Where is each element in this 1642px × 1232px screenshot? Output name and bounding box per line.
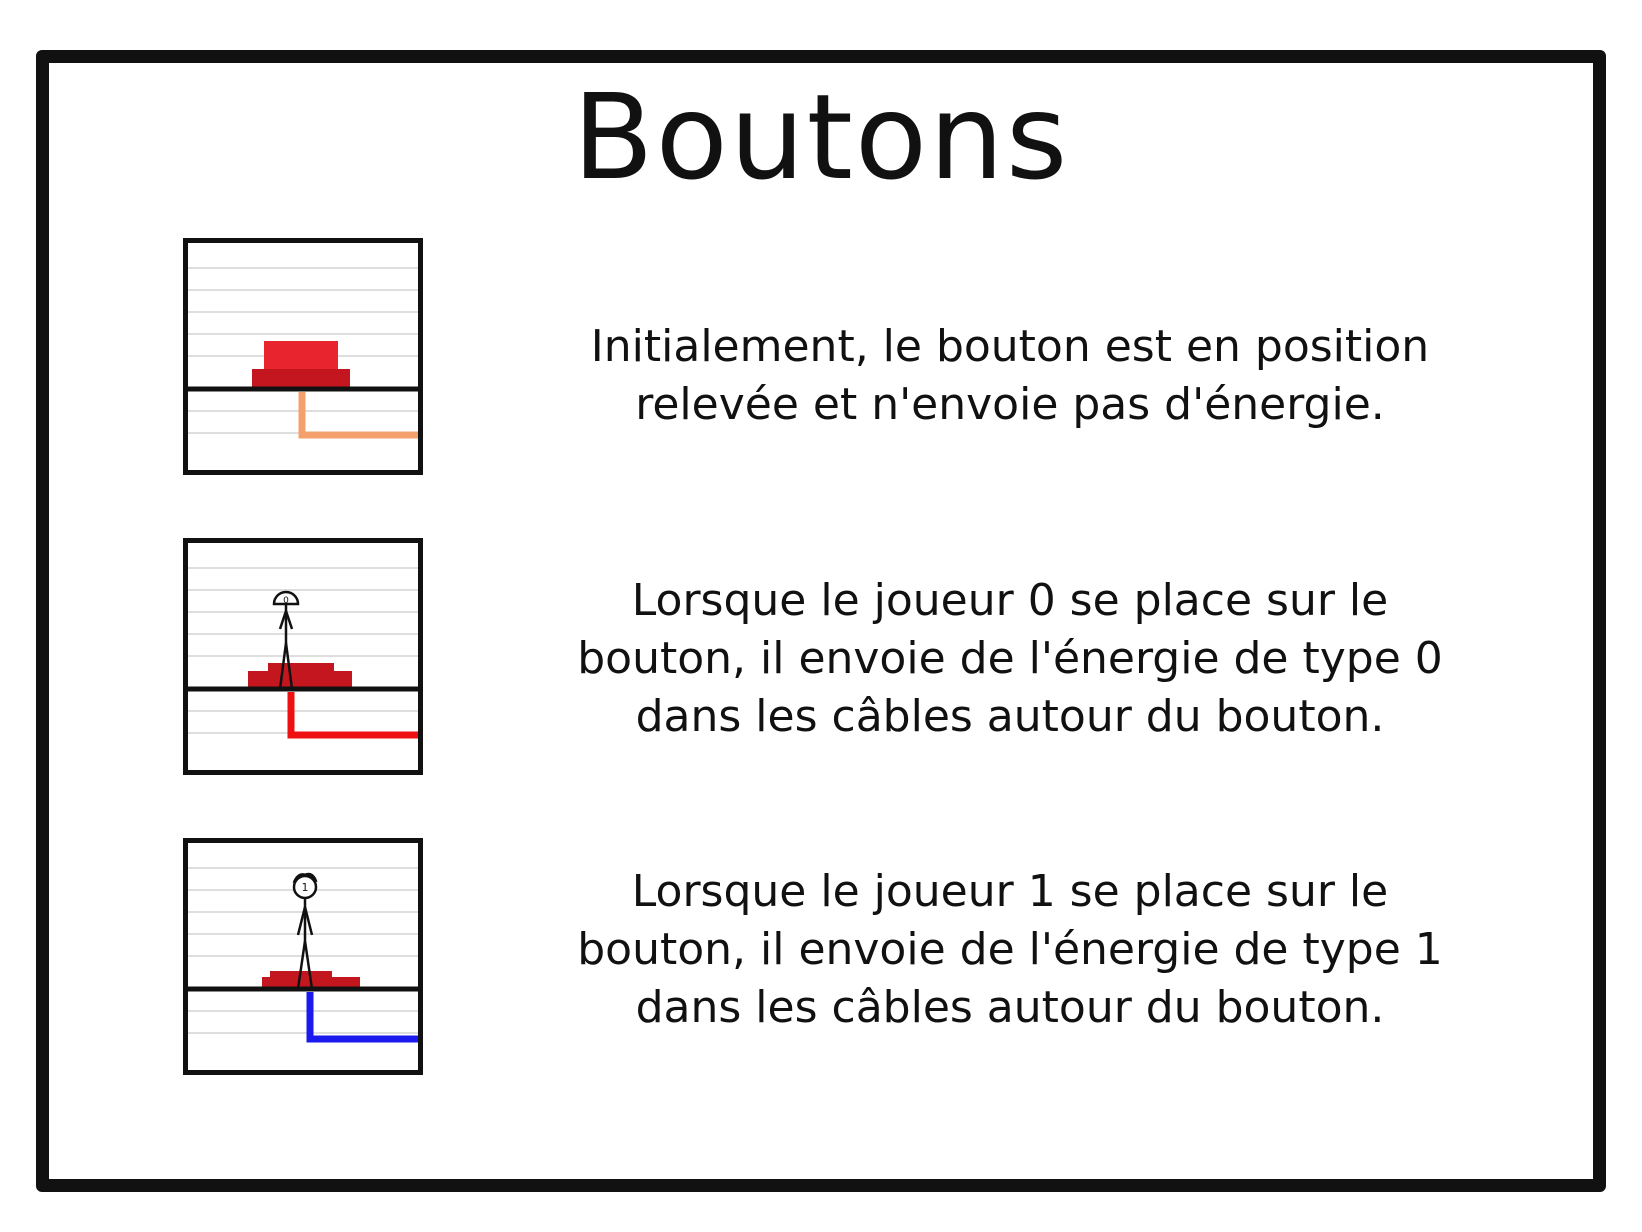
player-label: 1 — [302, 881, 309, 894]
cable — [298, 392, 418, 439]
button-top — [264, 341, 338, 371]
button-idle-illustration — [183, 238, 423, 475]
text-line: Lorsque le joueur 0 se place sur le — [631, 575, 1389, 626]
page-title: Boutons — [572, 68, 1070, 206]
row-3-text: Lorsque le joueur 1 se place sur le bout… — [460, 863, 1560, 1037]
text-line: relevée et n'envoie pas d'énergie. — [635, 379, 1385, 430]
row-1-text: Initialement, le bouton est en position … — [460, 318, 1560, 434]
player-label: 0 — [283, 596, 289, 606]
text-line: dans les câbles autour du bouton. — [635, 982, 1385, 1033]
cable — [287, 692, 418, 739]
button-player1-illustration: 1 — [183, 838, 423, 1075]
text-line: bouton, il envoie de l'énergie de type 1 — [577, 924, 1443, 975]
button-player0-illustration: 0 — [183, 538, 423, 775]
text-line: bouton, il envoie de l'énergie de type 0 — [577, 633, 1443, 684]
text-line: dans les câbles autour du bouton. — [635, 691, 1385, 742]
button-base — [252, 369, 350, 387]
text-line: Initialement, le bouton est en position — [590, 321, 1430, 372]
row-2-text: Lorsque le joueur 0 se place sur le bout… — [460, 572, 1560, 746]
text-line: Lorsque le joueur 1 se place sur le — [631, 866, 1389, 917]
cable — [306, 992, 418, 1043]
button-base — [248, 671, 352, 689]
